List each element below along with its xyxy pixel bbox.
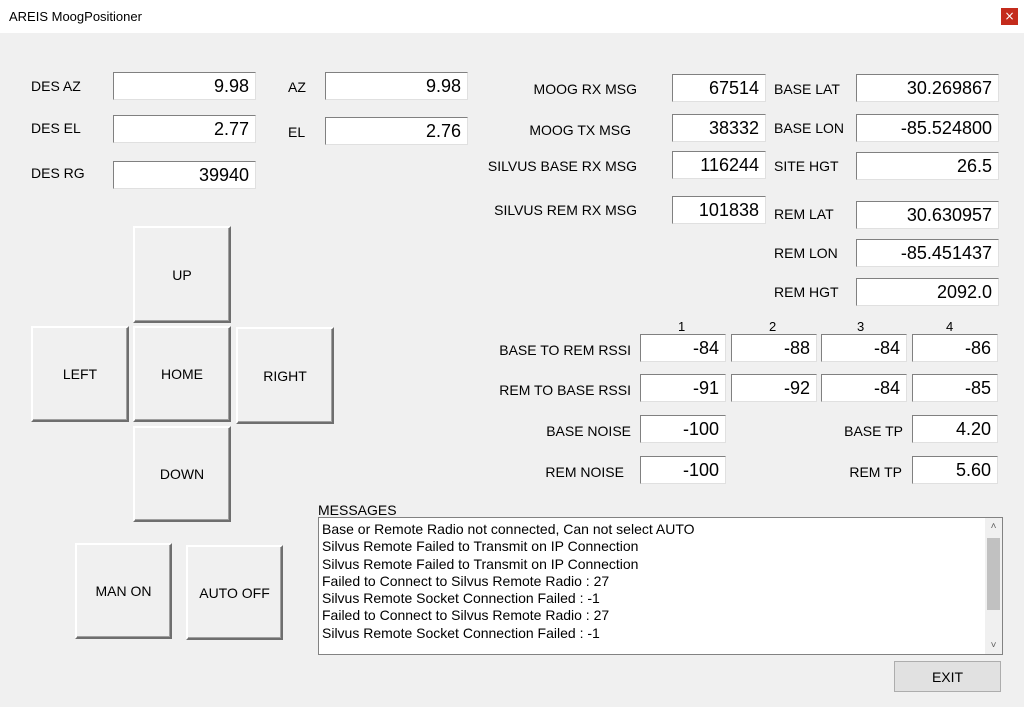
des-el-label: DES EL [31, 120, 81, 136]
rem-noise-label: REM NOISE [545, 464, 624, 480]
base-to-rem-rssi-4[interactable]: -86 [912, 334, 998, 362]
moog-tx-label: MOOG TX MSG [529, 122, 631, 138]
des-el-field[interactable]: 2.77 [113, 115, 256, 143]
silvus-base-rx-label: SILVUS BASE RX MSG [487, 158, 637, 174]
messages-label: MESSAGES [318, 502, 397, 518]
message-line: Silvus Remote Socket Connection Failed :… [322, 624, 600, 641]
window-title: AREIS MoogPositioner [9, 9, 142, 24]
message-line: Failed to Connect to Silvus Remote Radio… [322, 572, 610, 589]
des-az-field[interactable]: 9.98 [113, 72, 256, 100]
message-line: Failed to Connect to Silvus Remote Radio… [322, 607, 610, 624]
rssi-col-1: 1 [678, 319, 686, 334]
moog-rx-label: MOOG RX MSG [533, 81, 637, 97]
base-lon-field[interactable]: -85.524800 [856, 114, 999, 142]
rem-hgt-label: REM HGT [774, 284, 839, 300]
rssi-col-4: 4 [946, 319, 954, 334]
auto-off-button[interactable]: AUTO OFF [186, 545, 283, 640]
rem-to-base-rssi-label: REM TO BASE RSSI [499, 382, 631, 398]
scroll-thumb[interactable] [987, 538, 1000, 610]
messages-lines: Base or Remote Radio not connected, Can … [322, 521, 695, 642]
moog-tx-field[interactable]: 38332 [672, 114, 766, 142]
base-tp-field[interactable]: 4.20 [912, 415, 998, 443]
base-tp-label: BASE TP [844, 423, 903, 439]
rssi-col-3: 3 [857, 319, 865, 334]
des-rg-field[interactable]: 39940 [113, 161, 256, 189]
home-button[interactable]: HOME [133, 326, 231, 422]
az-field[interactable]: 9.98 [325, 72, 468, 100]
close-button[interactable]: × [1001, 8, 1018, 25]
silvus-rem-rx-label: SILVUS REM RX MSG [494, 202, 637, 218]
az-label: AZ [288, 79, 306, 95]
base-noise-field[interactable]: -100 [640, 415, 726, 443]
silvus-rem-rx-field[interactable]: 101838 [672, 196, 766, 224]
rem-lat-field[interactable]: 30.630957 [856, 201, 999, 229]
man-on-button[interactable]: MAN ON [75, 543, 172, 639]
rem-tp-field[interactable]: 5.60 [912, 456, 998, 484]
el-label: EL [288, 124, 306, 140]
site-hgt-field[interactable]: 26.5 [856, 152, 999, 180]
messages-list[interactable]: Base or Remote Radio not connected, Can … [318, 517, 1003, 655]
site-hgt-label: SITE HGT [774, 158, 839, 174]
rem-hgt-field[interactable]: 2092.0 [856, 278, 999, 306]
base-lon-label: BASE LON [774, 120, 845, 136]
silvus-base-rx-field[interactable]: 116244 [672, 151, 766, 179]
rem-lat-label: REM LAT [774, 206, 834, 222]
base-to-rem-rssi-label: BASE TO REM RSSI [499, 342, 631, 358]
down-button[interactable]: DOWN [133, 426, 231, 522]
rssi-col-2: 2 [769, 319, 777, 334]
title-bar: AREIS MoogPositioner × [0, 0, 1024, 33]
right-button[interactable]: RIGHT [236, 327, 334, 424]
base-to-rem-rssi-2[interactable]: -88 [731, 334, 817, 362]
rem-to-base-rssi-3[interactable]: -84 [821, 374, 907, 402]
base-lat-field[interactable]: 30.269867 [856, 74, 999, 102]
moog-rx-field[interactable]: 67514 [672, 74, 766, 102]
message-line: Silvus Remote Failed to Transmit on IP C… [322, 538, 639, 555]
up-button[interactable]: UP [133, 226, 231, 323]
message-line: Base or Remote Radio not connected, Can … [322, 521, 695, 537]
rem-tp-label: REM TP [849, 464, 902, 480]
rem-to-base-rssi-2[interactable]: -92 [731, 374, 817, 402]
rem-lon-field[interactable]: -85.451437 [856, 239, 999, 267]
messages-scrollbar[interactable]: ˄ ˅ [985, 518, 1002, 654]
el-field[interactable]: 2.76 [325, 117, 468, 145]
base-noise-label: BASE NOISE [546, 423, 631, 439]
rem-to-base-rssi-1[interactable]: -91 [640, 374, 726, 402]
rem-lon-label: REM LON [774, 245, 838, 261]
scroll-down-icon[interactable]: ˅ [985, 637, 1002, 654]
exit-button[interactable]: EXIT [894, 661, 1001, 692]
rem-to-base-rssi-4[interactable]: -85 [912, 374, 998, 402]
base-lat-label: BASE LAT [774, 81, 840, 97]
scroll-up-icon[interactable]: ˄ [985, 518, 1002, 535]
message-line: Silvus Remote Socket Connection Failed :… [322, 590, 600, 607]
main-panel: DES AZ 9.98 DES EL 2.77 DES RG 39940 AZ … [0, 33, 1024, 707]
message-line: Silvus Remote Failed to Transmit on IP C… [322, 555, 639, 572]
rem-noise-field[interactable]: -100 [640, 456, 726, 484]
left-button[interactable]: LEFT [31, 326, 129, 422]
des-az-label: DES AZ [31, 78, 81, 94]
base-to-rem-rssi-3[interactable]: -84 [821, 334, 907, 362]
des-rg-label: DES RG [31, 165, 85, 181]
base-to-rem-rssi-1[interactable]: -84 [640, 334, 726, 362]
